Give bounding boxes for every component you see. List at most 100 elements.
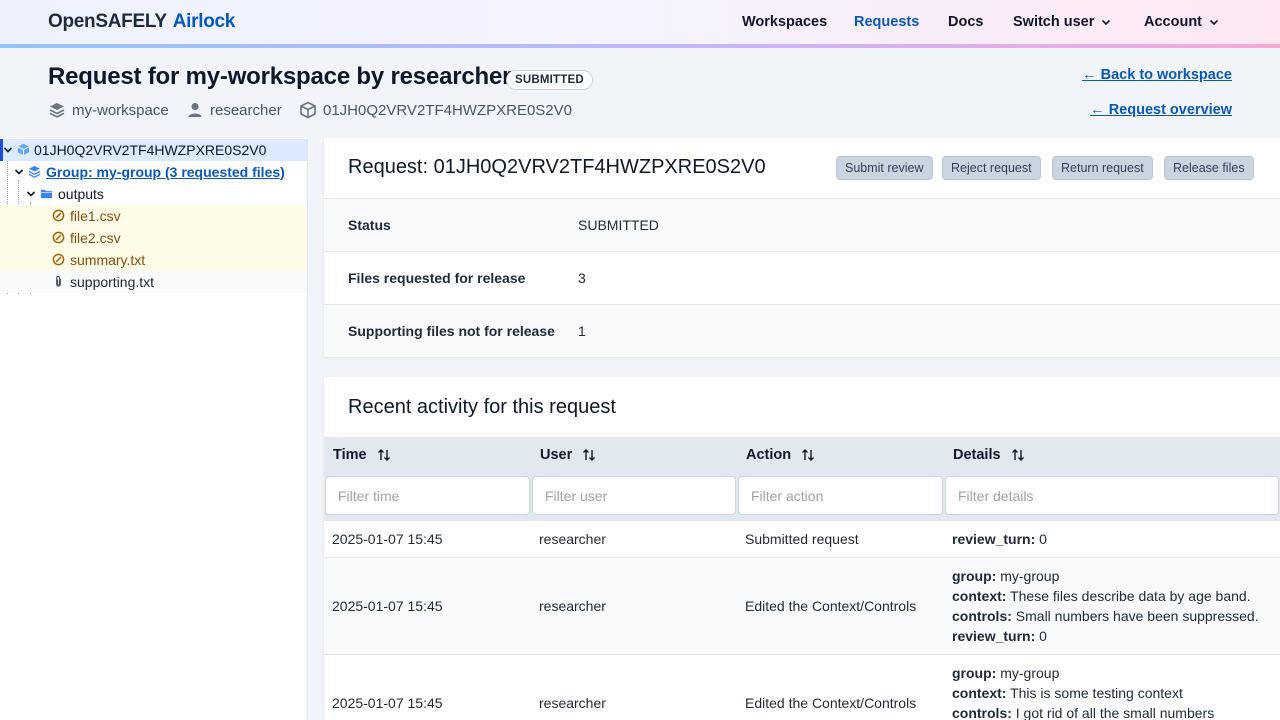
detail-row-files-requested: Files requested for release 3 — [324, 251, 1280, 304]
table-row: 2025-01-07 15:45 researcher Edited the C… — [324, 654, 1280, 720]
file-tree: 01JH0Q2VRV2TF4HWZPXRE0S2V0 Group: my-gro… — [0, 138, 308, 720]
nav-switch-user-label: Switch user — [1013, 14, 1095, 30]
activity-title: Recent activity for this request — [348, 396, 616, 418]
detail-value: 1 — [578, 323, 586, 339]
detail-key: controls: — [952, 705, 1012, 720]
detail-line: controls: I got rid of all the small num… — [952, 703, 1214, 720]
tree-item-label: outputs — [58, 186, 104, 202]
meta-workspace-label: my-workspace — [72, 101, 169, 119]
nav-workspaces[interactable]: Workspaces — [742, 14, 827, 30]
tree-item-file[interactable]: summary.txt — [0, 249, 307, 271]
back-to-workspace-link[interactable]: ← Back to workspace — [1082, 67, 1232, 83]
detail-line: review_turn: 0 — [952, 626, 1259, 646]
detail-key: group: — [952, 568, 997, 584]
tree-item-file[interactable]: file1.csv — [0, 205, 307, 227]
tree-item-file[interactable]: file2.csv — [0, 227, 307, 249]
return-request-button[interactable]: Return request — [1052, 156, 1153, 180]
detail-key: review_turn: — [952, 628, 1036, 644]
navbar-accent-line — [0, 44, 1280, 48]
submit-review-button[interactable]: Submit review — [836, 156, 933, 180]
request-title: Request: 01JH0Q2VRV2TF4HWZPXRE0S2V0 — [348, 156, 766, 178]
column-label: User — [540, 447, 573, 463]
file-requested-icon — [52, 231, 65, 244]
column-header-details[interactable]: Details — [953, 447, 1025, 463]
tree-item-label: file1.csv — [70, 208, 121, 224]
meta-user: researcher — [186, 101, 282, 119]
logo[interactable]: OpenSAFELY Airlock — [48, 11, 235, 33]
activity-table-header: Time User Action Details — [324, 437, 1280, 521]
sort-icon — [377, 449, 390, 461]
tree-item-label: summary.txt — [70, 252, 146, 268]
column-header-action[interactable]: Action — [746, 447, 815, 463]
tree-item-supporting-file[interactable]: supporting.txt — [0, 271, 307, 293]
column-label: Action — [746, 447, 792, 463]
sort-icon — [802, 449, 815, 461]
cell-action: Edited the Context/Controls — [745, 598, 917, 614]
meta-user-label: researcher — [210, 101, 282, 119]
user-icon — [188, 103, 202, 117]
tree-item-label: file2.csv — [70, 230, 121, 246]
nav-requests[interactable]: Requests — [854, 14, 919, 30]
release-files-button[interactable]: Release files — [1164, 156, 1254, 180]
page-title: Request for my-workspace by researcher — [48, 63, 512, 90]
filter-time-input[interactable] — [325, 476, 530, 515]
cube-icon — [17, 143, 30, 156]
chevron-down-icon — [1209, 19, 1219, 26]
layers-icon — [49, 103, 65, 118]
detail-line: context: These files describe data by ag… — [952, 586, 1259, 606]
detail-value: my-group — [1000, 568, 1060, 584]
cell-details: group: my-group context: These files des… — [952, 566, 1259, 646]
chevron-down-icon — [3, 147, 13, 153]
activity-panel: Recent activity for this request Time Us… — [324, 377, 1280, 720]
detail-value: I got rid of all the small numbers — [1015, 705, 1215, 720]
nav-account[interactable]: Account — [1144, 14, 1220, 30]
filter-action-input[interactable] — [738, 476, 943, 515]
status-badge: SUBMITTED — [506, 70, 593, 90]
layers-icon — [28, 165, 41, 178]
meta-request-id: 01JH0Q2VRV2TF4HWZPXRE0S2V0 — [299, 101, 572, 119]
cell-user: researcher — [539, 598, 606, 614]
filter-user-input[interactable] — [532, 476, 736, 515]
logo-airlock: Airlock — [172, 11, 236, 32]
tree-item-folder[interactable]: outputs — [0, 183, 307, 205]
detail-line: group: my-group — [952, 663, 1214, 683]
file-requested-icon — [52, 209, 65, 222]
column-label: Time — [333, 447, 367, 463]
reject-request-button[interactable]: Reject request — [942, 156, 1041, 180]
detail-value: SUBMITTED — [578, 217, 659, 233]
detail-value: 0 — [1039, 531, 1047, 547]
detail-value: 0 — [1039, 628, 1047, 644]
tree-item-group[interactable]: Group: my-group (3 requested files) — [0, 161, 307, 183]
table-row: 2025-01-07 15:45 researcher Submitted re… — [324, 520, 1280, 557]
column-header-time[interactable]: Time — [333, 447, 391, 463]
tree-item-request[interactable]: 01JH0Q2VRV2TF4HWZPXRE0S2V0 — [0, 139, 307, 161]
detail-value: my-group — [1000, 665, 1060, 681]
nav-account-label: Account — [1144, 14, 1202, 30]
cube-icon — [300, 101, 316, 119]
request-overview-link[interactable]: ← Request overview — [1090, 102, 1232, 118]
detail-line: controls: Small numbers have been suppre… — [952, 606, 1259, 626]
chevron-down-icon — [14, 169, 24, 175]
detail-key: context: — [952, 685, 1007, 701]
cell-user: researcher — [539, 531, 606, 547]
folder-open-icon — [40, 189, 53, 199]
sort-icon — [1011, 449, 1024, 461]
filter-details-input[interactable] — [945, 476, 1279, 515]
meta-request-id-label: 01JH0Q2VRV2TF4HWZPXRE0S2V0 — [323, 101, 572, 119]
cell-action: Submitted request — [745, 531, 859, 547]
sort-icon — [583, 449, 596, 461]
detail-key: Status — [348, 217, 391, 233]
column-header-user[interactable]: User — [540, 447, 596, 463]
cell-action: Edited the Context/Controls — [745, 695, 917, 711]
chevron-down-icon — [26, 191, 36, 197]
detail-key: Supporting files not for release — [348, 323, 555, 339]
detail-key: Files requested for release — [348, 270, 526, 286]
nav-switch-user[interactable]: Switch user — [1013, 14, 1112, 30]
request-details-panel: Request: 01JH0Q2VRV2TF4HWZPXRE0S2V0 Subm… — [324, 138, 1280, 357]
nav-docs[interactable]: Docs — [948, 14, 983, 30]
cell-details: group: my-group context: This is some te… — [952, 663, 1214, 720]
detail-line: review_turn: 0 — [952, 529, 1047, 549]
tree-item-label: 01JH0Q2VRV2TF4HWZPXRE0S2V0 — [34, 142, 267, 158]
meta-workspace: my-workspace — [48, 101, 169, 119]
tree-item-label: supporting.txt — [70, 274, 155, 290]
